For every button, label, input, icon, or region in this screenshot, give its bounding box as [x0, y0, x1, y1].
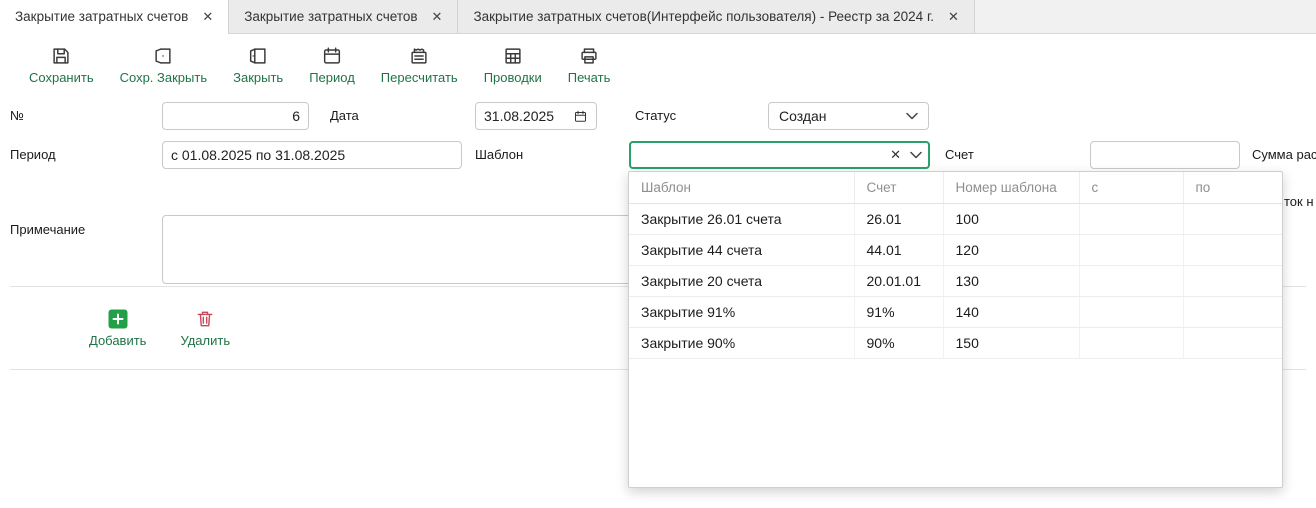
template-table: Шаблон Счет Номер шаблона с по Закрытие … [629, 172, 1283, 359]
tab-bar: Закрытие затратных счетов ✕ Закрытие зат… [0, 0, 1316, 34]
recalculate-label: Пересчитать [381, 70, 458, 85]
cell-from[interactable] [1079, 266, 1183, 297]
cell-from[interactable] [1079, 328, 1183, 359]
account-label: Счет [945, 141, 974, 169]
close-door-icon [247, 45, 269, 67]
add-row-button[interactable]: Добавить [83, 307, 152, 350]
close-button[interactable]: Закрыть [220, 41, 296, 89]
tab-close-icon[interactable]: ✕ [946, 8, 961, 25]
calendar-icon [321, 45, 343, 67]
tab-label: Закрытие затратных счетов [15, 9, 188, 24]
tab-close-icon[interactable]: ✕ [200, 8, 215, 25]
cell-to[interactable] [1183, 235, 1283, 266]
number-input[interactable] [162, 102, 309, 130]
tab-close-expense-accounts-1[interactable]: Закрытие затратных счетов ✕ [0, 0, 229, 33]
cell-account[interactable]: 90% [854, 328, 943, 359]
cell-template[interactable]: Закрытие 90% [629, 328, 854, 359]
postings-button[interactable]: Проводки [471, 41, 555, 89]
cell-account[interactable]: 26.01 [854, 204, 943, 235]
cell-account[interactable]: 44.01 [854, 235, 943, 266]
chevron-down-icon[interactable] [910, 151, 922, 159]
cell-template[interactable]: Закрытие 26.01 счета [629, 204, 854, 235]
tab-label: Закрытие затратных счетов [244, 9, 417, 24]
print-label: Печать [568, 70, 611, 85]
clear-icon[interactable]: ✕ [886, 147, 910, 163]
cell-to[interactable] [1183, 204, 1283, 235]
status-value: Создан [779, 108, 906, 124]
trash-icon [195, 309, 215, 329]
note-textarea[interactable] [162, 215, 634, 284]
sum-label: Сумма рас [1252, 141, 1316, 169]
print-icon [578, 45, 600, 67]
table-row[interactable]: Закрытие 91% 91% 140 [629, 297, 1283, 328]
cell-number[interactable]: 120 [943, 235, 1079, 266]
delete-label: Удалить [180, 333, 230, 348]
cell-to[interactable] [1183, 297, 1283, 328]
cell-template[interactable]: Закрытие 91% [629, 297, 854, 328]
cell-number[interactable]: 150 [943, 328, 1079, 359]
delete-row-button[interactable]: Удалить [174, 307, 236, 350]
cell-to[interactable] [1183, 266, 1283, 297]
col-header-from: с [1079, 172, 1183, 204]
save-label: Сохранить [29, 70, 94, 85]
date-input[interactable]: 31.08.2025 [475, 102, 597, 130]
cell-number[interactable]: 130 [943, 266, 1079, 297]
template-combobox[interactable]: ✕ [629, 141, 930, 169]
table-row[interactable]: Закрытие 44 счета 44.01 120 [629, 235, 1283, 266]
cell-from[interactable] [1079, 297, 1183, 328]
date-value: 31.08.2025 [484, 108, 573, 124]
postings-grid-icon [502, 45, 524, 67]
date-picker-icon[interactable] [573, 109, 588, 124]
period-button[interactable]: Период [296, 41, 368, 89]
cell-template[interactable]: Закрытие 44 счета [629, 235, 854, 266]
cell-number[interactable]: 100 [943, 204, 1079, 235]
cell-account[interactable]: 20.01.01 [854, 266, 943, 297]
period-label: Период [309, 70, 355, 85]
tab-close-icon[interactable]: ✕ [430, 8, 445, 25]
tab-registry-2024[interactable]: Закрытие затратных счетов(Интерфейс поль… [458, 0, 974, 33]
col-header-account: Счет [854, 172, 943, 204]
status-select[interactable]: Создан [768, 102, 929, 130]
cell-number[interactable]: 140 [943, 297, 1079, 328]
cell-account[interactable]: 91% [854, 297, 943, 328]
period-input[interactable] [162, 141, 462, 169]
date-label: Дата [330, 102, 359, 130]
cell-to[interactable] [1183, 328, 1283, 359]
save-close-label: Сохр. Закрыть [120, 70, 208, 85]
number-label: № [10, 102, 24, 130]
recalculate-button[interactable]: Пересчитать [368, 41, 471, 89]
add-icon [108, 309, 128, 329]
recalculate-icon [408, 45, 430, 67]
tab-close-expense-accounts-2[interactable]: Закрытие затратных счетов ✕ [229, 0, 458, 33]
save-button[interactable]: Сохранить [16, 41, 107, 89]
save-close-button[interactable]: Сохр. Закрыть [107, 41, 221, 89]
add-label: Добавить [89, 333, 146, 348]
postings-label: Проводки [484, 70, 542, 85]
close-label: Закрыть [233, 70, 283, 85]
page: Закрытие затратных счетов ✕ Закрытие зат… [0, 0, 1316, 508]
save-icon [50, 45, 72, 67]
tab-label: Закрытие затратных счетов(Интерфейс поль… [473, 9, 934, 24]
col-header-number: Номер шаблона [943, 172, 1079, 204]
template-label: Шаблон [475, 141, 523, 169]
col-header-to: по [1183, 172, 1283, 204]
chevron-down-icon [906, 112, 918, 120]
note-label: Примечание [10, 216, 85, 244]
table-row[interactable]: Закрытие 90% 90% 150 [629, 328, 1283, 359]
cell-template[interactable]: Закрытие 20 счета [629, 266, 854, 297]
print-button[interactable]: Печать [555, 41, 624, 89]
col-header-template: Шаблон [629, 172, 854, 204]
remainder-label-cutoff: ток н [1284, 188, 1314, 216]
cell-from[interactable] [1079, 204, 1183, 235]
cell-from[interactable] [1079, 235, 1183, 266]
table-header-row: Шаблон Счет Номер шаблона с по [629, 172, 1283, 204]
status-label: Статус [635, 102, 676, 130]
table-row[interactable]: Закрытие 20 счета 20.01.01 130 [629, 266, 1283, 297]
table-row[interactable]: Закрытие 26.01 счета 26.01 100 [629, 204, 1283, 235]
toolbar: Сохранить Сохр. Закрыть Закрыть Период [0, 34, 1316, 96]
period-field-label: Период [10, 141, 56, 169]
save-close-icon [152, 45, 174, 67]
account-input[interactable] [1090, 141, 1240, 169]
template-dropdown: Шаблон Счет Номер шаблона с по Закрытие … [628, 171, 1283, 488]
